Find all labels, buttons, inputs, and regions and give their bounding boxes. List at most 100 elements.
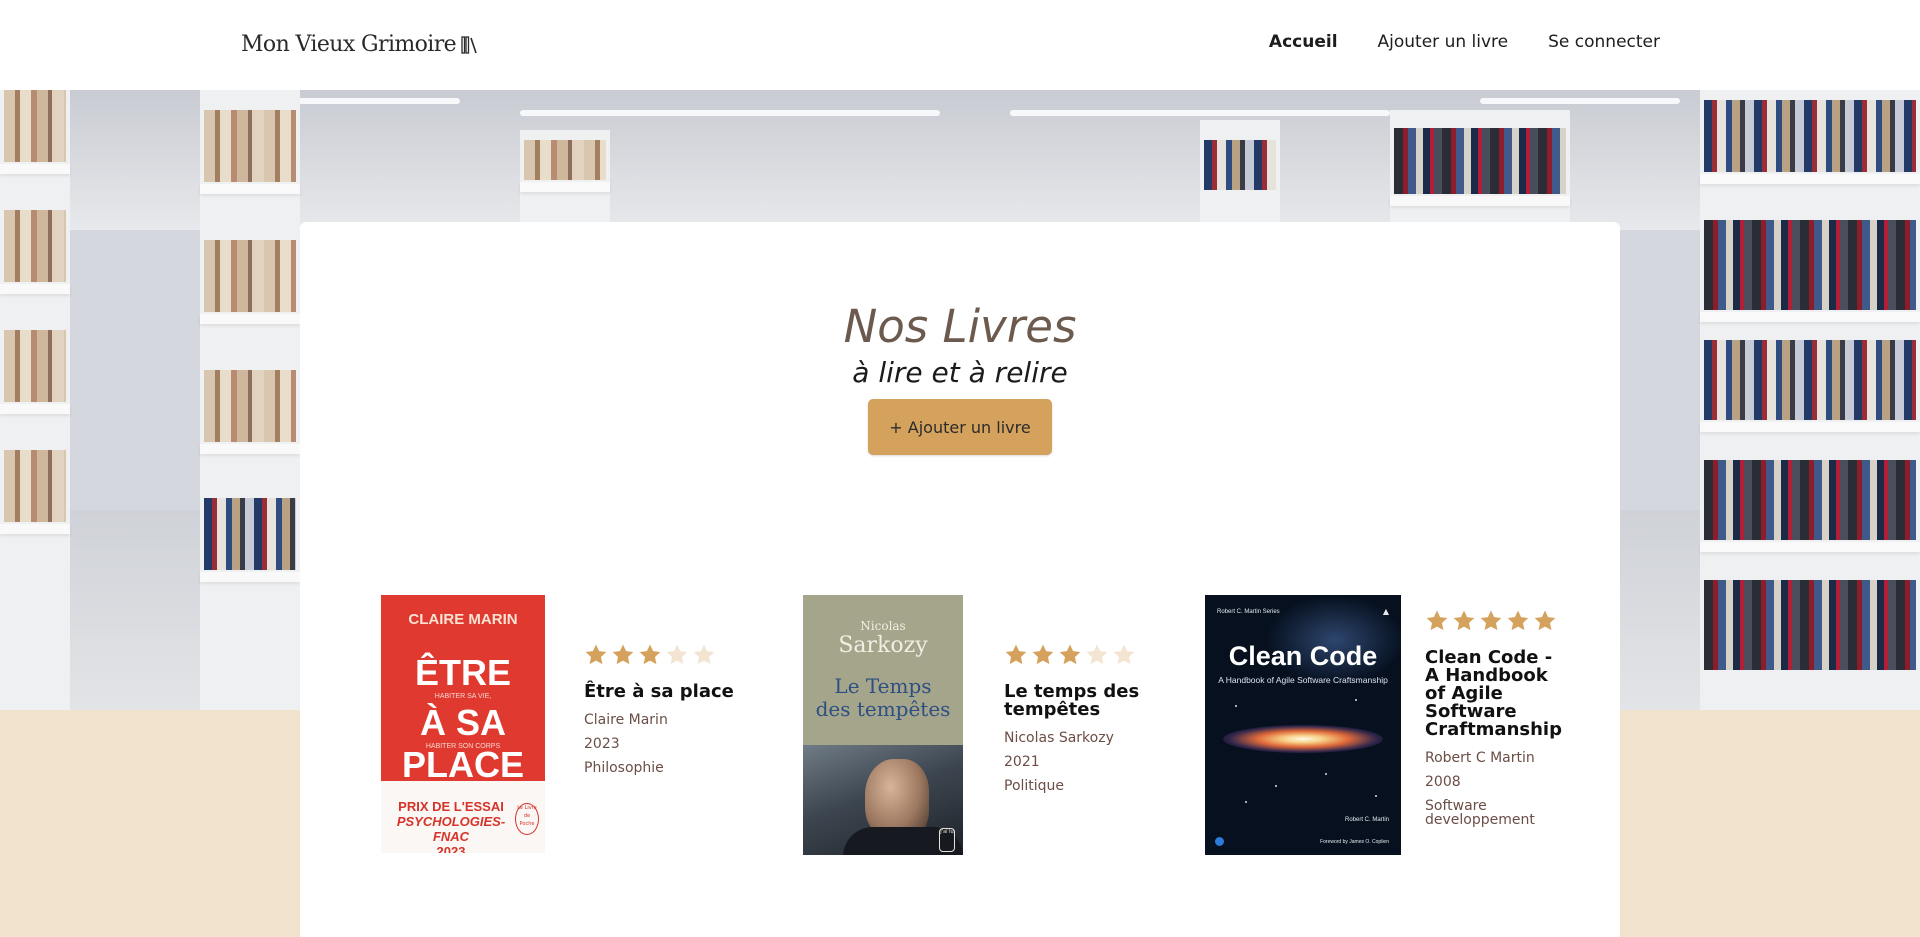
galaxy-image — [1223, 725, 1383, 753]
shelf-plank — [200, 184, 300, 194]
cover-title: Le Temps des tempêtes — [803, 675, 963, 721]
book-info: Le temps des tempêtes Nicolas Sarkozy 20… — [1004, 643, 1154, 793]
star-filled-icon — [1032, 644, 1054, 665]
book-author: Claire Marin — [584, 712, 668, 728]
shelf-plank — [0, 524, 70, 534]
cover-prize: PRIX DE L'ESSAI PSYCHOLOGIES-FNAC 2023 — [381, 799, 521, 853]
add-book-button[interactable]: + Ajouter un livre — [868, 399, 1052, 455]
star-filled-icon — [1507, 610, 1529, 631]
book-year: 2008 — [1425, 774, 1461, 790]
star-empty-icon — [693, 644, 715, 665]
star-dot — [1375, 795, 1377, 797]
book-row — [4, 330, 66, 402]
star-empty-icon — [666, 644, 688, 665]
cover-title-line: Le Temps — [834, 674, 932, 698]
publisher-seal: Le Livre de Poche — [515, 803, 539, 835]
cover-author: Nicolas Sarkozy — [803, 619, 963, 659]
book-title[interactable]: Le temps des tempêtes — [1004, 683, 1154, 719]
book-row — [204, 240, 296, 312]
cover-author-first: Nicolas — [860, 619, 906, 633]
star-filled-icon — [639, 644, 661, 665]
star-dot — [1325, 773, 1327, 775]
book-row — [204, 370, 296, 442]
cover-photo: J'ai lu — [803, 745, 963, 855]
cover-author: Robert C. Martin — [1344, 817, 1389, 823]
site-logo[interactable]: Mon Vieux Grimoire — [241, 32, 480, 57]
book-row — [204, 498, 296, 570]
star-empty-icon — [1086, 644, 1108, 665]
star-filled-icon — [585, 644, 607, 665]
book-author: Nicolas Sarkozy — [1004, 730, 1114, 746]
shelf-plank — [1390, 196, 1570, 206]
book-info: Être à sa place Claire Marin 2023 Philos… — [584, 643, 734, 775]
ceiling-light — [520, 110, 940, 116]
prize-line: PSYCHOLOGIES-FNAC — [396, 814, 506, 844]
book-title[interactable]: Être à sa place — [584, 683, 734, 701]
rating-stars — [1425, 609, 1567, 635]
book-cover[interactable]: CLAIRE MARIN ÊTRE HABITER SA VIE, À SA H… — [381, 595, 545, 853]
book-author: Robert C Martin — [1425, 750, 1535, 766]
ceiling-light — [1480, 98, 1680, 104]
prize-line: 2023 — [436, 844, 466, 853]
star-filled-icon — [1005, 644, 1027, 665]
book-cover[interactable]: Robert C. Martin Series ▲ Clean Code A H… — [1205, 595, 1401, 855]
book-info: Clean Code - A Handbook of Agile Softwar… — [1425, 609, 1567, 827]
book-row — [1704, 580, 1916, 670]
shelf-plank — [1700, 422, 1920, 432]
cover-title-line: ÊTRE — [414, 652, 511, 693]
cover-subtitle: A Handbook of Agile Software Craftsmansh… — [1218, 675, 1388, 685]
book-genre: Software developpement — [1425, 798, 1535, 828]
star-filled-icon — [1534, 610, 1556, 631]
star-dot — [1355, 699, 1357, 701]
cover-title-line: À SA — [419, 702, 506, 743]
star-dot — [1235, 705, 1237, 707]
rating-stars — [1004, 643, 1154, 669]
shelf-plank — [0, 164, 70, 174]
cover-author-last: Sarkozy — [838, 633, 928, 658]
ceiling-light — [1010, 110, 1390, 116]
cover-title-line: des tempêtes — [815, 697, 951, 721]
book-year: 2021 — [1004, 754, 1040, 770]
star-filled-icon — [1453, 610, 1475, 631]
star-filled-icon — [1480, 610, 1502, 631]
rating-stars — [584, 643, 734, 669]
shelf-plank — [200, 572, 300, 582]
books-card: Nos Livres à lire et à relire + Ajouter … — [300, 222, 1620, 937]
cover-tagline: HABITER SA VIE, — [434, 693, 492, 700]
book-genre: Politique — [1004, 778, 1065, 794]
bookshelf — [0, 90, 70, 710]
nav-ajouter-livre[interactable]: Ajouter un livre — [1378, 32, 1509, 52]
book-year: 2023 — [584, 736, 620, 752]
books-icon — [460, 35, 480, 55]
pearson-logo-icon — [1215, 837, 1224, 846]
bookshelf — [200, 90, 300, 710]
shelf-plank — [200, 314, 300, 324]
shelf-plank — [520, 182, 610, 192]
top-header: Mon Vieux Grimoire Accueil Ajouter un li… — [0, 0, 1920, 90]
nav-se-connecter[interactable]: Se connecter — [1548, 32, 1660, 52]
logo-text: Mon Vieux Grimoire — [241, 32, 457, 57]
nav-accueil[interactable]: Accueil — [1269, 32, 1338, 52]
star-empty-icon — [1113, 644, 1135, 665]
star-dot — [1245, 801, 1247, 803]
bookshelf — [1700, 90, 1920, 710]
book-row — [1204, 140, 1276, 190]
book-row — [1704, 220, 1916, 310]
publisher-logo-icon: ▲ — [1382, 607, 1389, 616]
shelf-plank — [1700, 542, 1920, 552]
book-title[interactable]: Clean Code - A Handbook of Agile Softwar… — [1425, 649, 1567, 739]
book-cover[interactable]: Nicolas Sarkozy Le Temps des tempêtes J'… — [803, 595, 963, 855]
page-subtitle: à lire et à relire — [852, 356, 1068, 389]
cover-author: CLAIRE MARIN — [408, 611, 518, 628]
prize-line: PRIX DE L'ESSAI — [398, 799, 504, 814]
book-row — [1704, 340, 1916, 420]
publisher-seal: J'ai lu — [939, 828, 955, 852]
star-filled-icon — [1426, 610, 1448, 631]
star-filled-icon — [1059, 644, 1081, 665]
shelf-plank — [1700, 174, 1920, 184]
book-row — [4, 450, 66, 522]
cover-title-line: PLACE — [401, 744, 524, 785]
book-genre: Philosophie — [584, 760, 664, 776]
book-row — [1704, 460, 1916, 540]
book-row — [204, 110, 296, 182]
